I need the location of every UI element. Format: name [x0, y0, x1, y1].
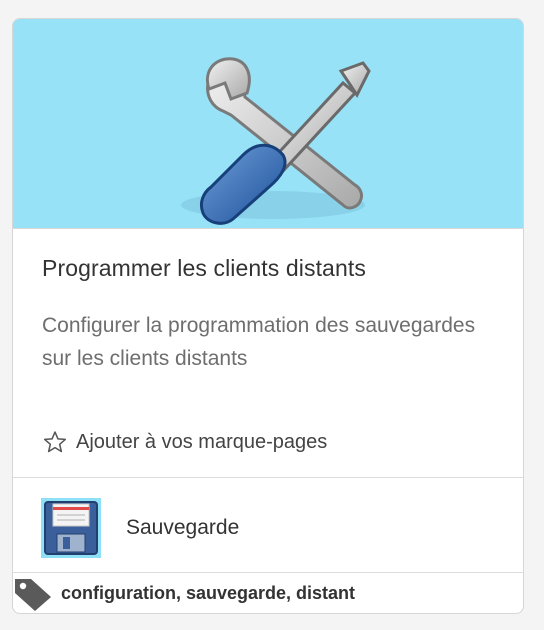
tags-row: configuration, sauvegarde, distant: [13, 575, 355, 611]
card-title: Programmer les clients distants: [42, 255, 366, 281]
divider: [13, 477, 523, 478]
tag-list: configuration, sauvegarde, distant: [61, 582, 356, 603]
tag-icon: [15, 579, 51, 611]
task-card[interactable]: Programmer les clients distants Configur…: [12, 18, 524, 614]
add-bookmark-link[interactable]: Ajouter à vos marque-pages: [42, 429, 327, 455]
app-link[interactable]: Sauvegarde: [41, 498, 239, 558]
bookmark-label: Ajouter à vos marque-pages: [76, 430, 328, 453]
floppy-disk-icon: [41, 498, 101, 558]
star-outline-icon: [43, 431, 67, 453]
card-hero: [13, 19, 523, 229]
card-description: Configurer la programmation des sauvegar…: [42, 314, 476, 370]
tools-icon: [181, 57, 371, 225]
divider: [13, 572, 523, 573]
app-name: Sauvegarde: [126, 516, 240, 539]
